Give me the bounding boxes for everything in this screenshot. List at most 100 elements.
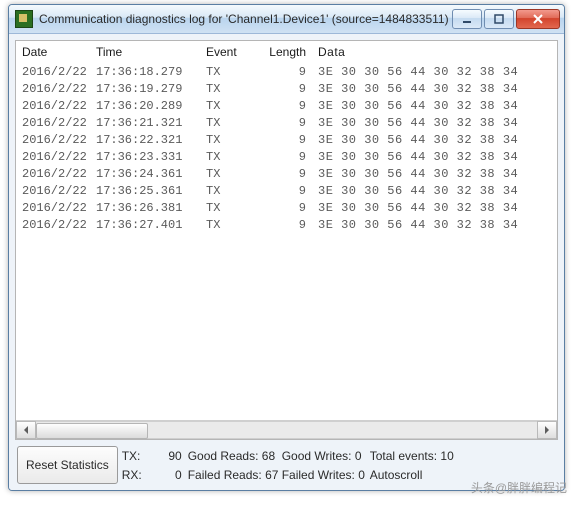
log-grid: Date Time Event Length Data 2016/2/2217:… (15, 40, 558, 440)
cell-data: 3E 30 30 56 44 30 32 38 34 (318, 184, 551, 198)
scroll-track[interactable] (36, 421, 537, 439)
cell-time: 17:36:26.381 (96, 201, 206, 215)
cell-date: 2016/2/22 (22, 201, 96, 215)
chevron-left-icon (22, 426, 30, 434)
cell-event: TX (206, 116, 256, 130)
cell-length: 9 (256, 184, 318, 198)
cell-date: 2016/2/22 (22, 65, 96, 79)
window-title: Communication diagnostics log for 'Chann… (39, 12, 452, 26)
tx-label: TX: (122, 449, 148, 463)
cell-event: TX (206, 218, 256, 232)
table-row[interactable]: 2016/2/2217:36:24.361TX93E 30 30 56 44 3… (16, 165, 557, 182)
cell-time: 17:36:18.279 (96, 65, 206, 79)
cell-length: 9 (256, 150, 318, 164)
good-reads: Good Reads: 68 (188, 449, 282, 463)
cell-data: 3E 30 30 56 44 30 32 38 34 (318, 201, 551, 215)
scroll-thumb[interactable] (36, 423, 148, 439)
cell-event: TX (206, 184, 256, 198)
table-row[interactable]: 2016/2/2217:36:23.331TX93E 30 30 56 44 3… (16, 148, 557, 165)
total-events: Total events: 10 (370, 449, 470, 463)
close-button[interactable] (516, 9, 560, 29)
cell-data: 3E 30 30 56 44 30 32 38 34 (318, 218, 551, 232)
cell-length: 9 (256, 201, 318, 215)
autoscroll-label[interactable]: Autoscroll (370, 468, 470, 482)
cell-time: 17:36:24.361 (96, 167, 206, 181)
table-row[interactable]: 2016/2/2217:36:18.279TX93E 30 30 56 44 3… (16, 63, 557, 80)
scroll-right-button[interactable] (537, 421, 557, 439)
failed-writes-value: 0 (358, 468, 365, 482)
cell-date: 2016/2/22 (22, 82, 96, 96)
good-reads-label: Good Reads: (188, 449, 259, 463)
cell-event: TX (206, 133, 256, 147)
cell-time: 17:36:25.361 (96, 184, 206, 198)
maximize-icon (493, 13, 505, 25)
total-events-value: 10 (440, 449, 453, 463)
cell-event: TX (206, 65, 256, 79)
maximize-button[interactable] (484, 9, 514, 29)
col-date[interactable]: Date (22, 45, 96, 59)
cell-data: 3E 30 30 56 44 30 32 38 34 (318, 167, 551, 181)
good-writes-value: 0 (355, 449, 362, 463)
col-length[interactable]: Length (256, 45, 318, 59)
cell-data: 3E 30 30 56 44 30 32 38 34 (318, 150, 551, 164)
rx-label: RX: (122, 468, 148, 482)
statistics-grid: TX: 90 Good Reads: 68 Good Writes: 0 Tot… (122, 446, 556, 484)
cell-data: 3E 30 30 56 44 30 32 38 34 (318, 82, 551, 96)
cell-length: 9 (256, 167, 318, 181)
cell-length: 9 (256, 99, 318, 113)
cell-time: 17:36:19.279 (96, 82, 206, 96)
cell-time: 17:36:21.321 (96, 116, 206, 130)
scroll-left-button[interactable] (16, 421, 36, 439)
cell-event: TX (206, 201, 256, 215)
failed-reads-label: Failed Reads: (188, 468, 262, 482)
cell-length: 9 (256, 218, 318, 232)
col-data[interactable]: Data (318, 45, 551, 59)
failed-writes-label: Failed Writes: (282, 468, 355, 482)
col-event[interactable]: Event (206, 45, 256, 59)
cell-length: 9 (256, 116, 318, 130)
status-bar: Reset Statistics TX: 90 Good Reads: 68 G… (15, 440, 558, 486)
client-area: Date Time Event Length Data 2016/2/2217:… (9, 34, 564, 490)
table-row[interactable]: 2016/2/2217:36:19.279TX93E 30 30 56 44 3… (16, 80, 557, 97)
cell-data: 3E 30 30 56 44 30 32 38 34 (318, 99, 551, 113)
tx-value: 90 (148, 449, 188, 463)
table-row[interactable]: 2016/2/2217:36:21.321TX93E 30 30 56 44 3… (16, 114, 557, 131)
window-buttons (452, 9, 560, 29)
cell-time: 17:36:23.331 (96, 150, 206, 164)
table-row[interactable]: 2016/2/2217:36:22.321TX93E 30 30 56 44 3… (16, 131, 557, 148)
cell-event: TX (206, 167, 256, 181)
total-events-label: Total events: (370, 449, 437, 463)
table-row[interactable]: 2016/2/2217:36:20.289TX93E 30 30 56 44 3… (16, 97, 557, 114)
diagnostics-window: Communication diagnostics log for 'Chann… (8, 4, 565, 491)
cell-time: 17:36:27.401 (96, 218, 206, 232)
good-writes: Good Writes: 0 (282, 449, 370, 463)
table-row[interactable]: 2016/2/2217:36:26.381TX93E 30 30 56 44 3… (16, 199, 557, 216)
good-reads-value: 68 (262, 449, 275, 463)
cell-event: TX (206, 150, 256, 164)
cell-date: 2016/2/22 (22, 184, 96, 198)
table-row[interactable]: 2016/2/2217:36:25.361TX93E 30 30 56 44 3… (16, 182, 557, 199)
cell-date: 2016/2/22 (22, 99, 96, 113)
reset-statistics-button[interactable]: Reset Statistics (17, 446, 118, 484)
titlebar[interactable]: Communication diagnostics log for 'Chann… (9, 5, 564, 34)
rx-value: 0 (148, 468, 188, 482)
grid-body: 2016/2/2217:36:18.279TX93E 30 30 56 44 3… (16, 63, 557, 233)
cell-date: 2016/2/22 (22, 133, 96, 147)
cell-date: 2016/2/22 (22, 218, 96, 232)
cell-time: 17:36:20.289 (96, 99, 206, 113)
cell-length: 9 (256, 133, 318, 147)
table-row[interactable]: 2016/2/2217:36:27.401TX93E 30 30 56 44 3… (16, 216, 557, 233)
col-time[interactable]: Time (96, 45, 206, 59)
app-icon (15, 10, 33, 28)
cell-length: 9 (256, 82, 318, 96)
minimize-button[interactable] (452, 9, 482, 29)
cell-data: 3E 30 30 56 44 30 32 38 34 (318, 65, 551, 79)
cell-date: 2016/2/22 (22, 116, 96, 130)
cell-data: 3E 30 30 56 44 30 32 38 34 (318, 116, 551, 130)
chevron-right-icon (543, 426, 551, 434)
horizontal-scrollbar[interactable] (16, 420, 557, 439)
cell-date: 2016/2/22 (22, 150, 96, 164)
failed-writes: Failed Writes: 0 (282, 468, 370, 482)
failed-reads: Failed Reads: 67 (188, 468, 282, 482)
grid-header: Date Time Event Length Data (16, 41, 557, 63)
